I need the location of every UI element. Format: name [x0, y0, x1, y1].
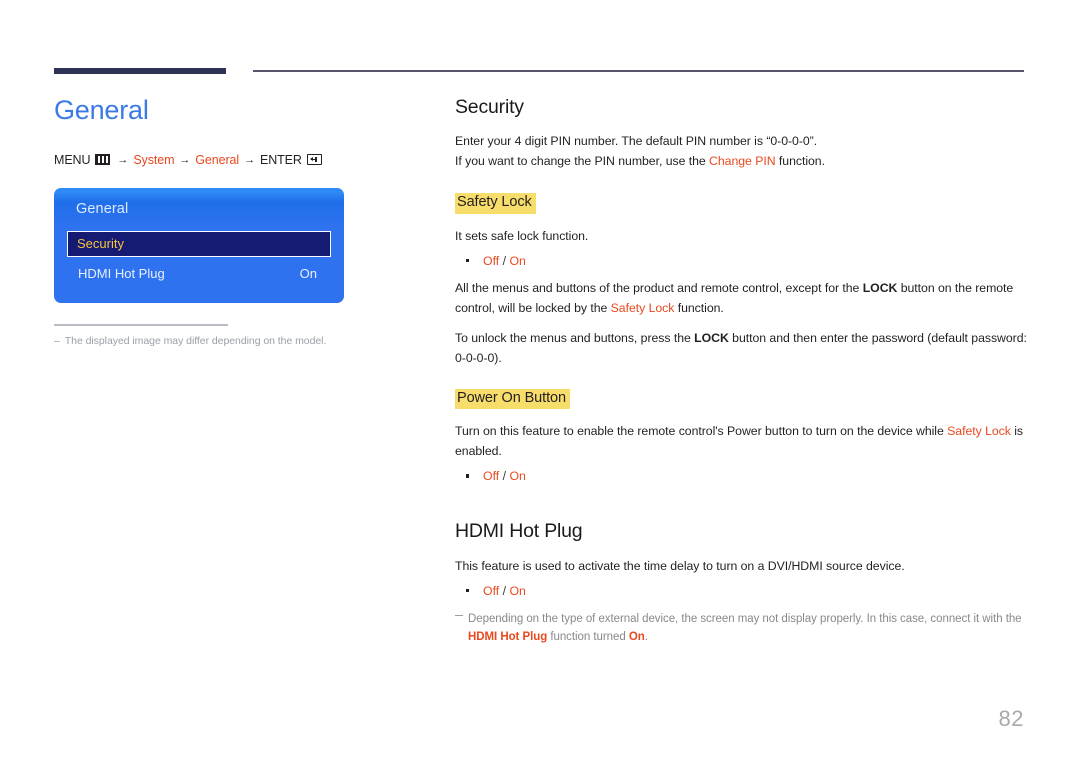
page-title: General — [54, 95, 149, 125]
security-line-1: Enter your 4 digit PIN number. The defau… — [455, 134, 818, 149]
option-on: On — [509, 583, 526, 598]
option-off: Off — [483, 469, 500, 484]
left-column: General MENU → System → General → ENTER … — [54, 95, 414, 347]
enter-key-icon — [306, 154, 322, 166]
breadcrumb-arrow-2: → — [179, 153, 191, 166]
link-safety-lock-2: Safety Lock — [947, 424, 1011, 439]
security-line-2: If you want to change the PIN number, us… — [455, 151, 1027, 171]
link-safety-lock-1: Safety Lock — [610, 300, 675, 315]
osd-row-label: HDMI Hot Plug — [78, 266, 165, 282]
safety-lock-paragraph-2: To unlock the menus and buttons, press t… — [455, 328, 1027, 368]
option-off: Off — [483, 253, 500, 268]
option-item[interactable]: Off / On — [466, 467, 1027, 485]
image-caption: – The displayed image may differ dependin… — [54, 335, 414, 347]
safety-lock-options: Off / On — [455, 252, 1027, 270]
menu-grid-icon — [95, 154, 111, 166]
option-separator: / — [499, 253, 510, 268]
safety-lock-intro: It sets safe lock function. — [455, 228, 589, 243]
section-heading-security: Security — [455, 96, 524, 118]
osd-row-hdmi-hot-plug[interactable]: HDMI Hot Plug On — [67, 261, 331, 287]
breadcrumb-arrow-3: → — [244, 153, 255, 166]
security-line-2-post: function. — [775, 154, 825, 169]
osd-row-label: Security — [77, 236, 124, 252]
option-on: On — [509, 253, 526, 268]
option-separator: / — [499, 583, 510, 598]
note-text-b: function turned — [547, 630, 629, 643]
osd-row-value: On — [299, 266, 317, 282]
header-rule-thin — [253, 70, 1024, 72]
note-text-a: Depending on the type of external device… — [468, 612, 1022, 625]
hdmi-hot-plug-intro: This feature is used to activate the tim… — [455, 558, 905, 573]
option-on: On — [509, 469, 526, 484]
caption-rule — [54, 323, 228, 326]
note-value-on: On — [628, 630, 645, 643]
safety-lock-paragraph-1: All the menus and buttons of the product… — [455, 278, 1027, 318]
osd-panel-title: General — [76, 200, 129, 217]
breadcrumb-menu-label: MENU — [54, 152, 91, 167]
key-lock-1: LOCK — [862, 280, 898, 295]
text-c: function. — [674, 300, 724, 315]
power-on-button-options: Off / On — [455, 467, 1027, 485]
caption-dash: – — [54, 334, 60, 347]
page-number: 82 — [998, 706, 1024, 731]
text-a: All the menus and buttons of the product… — [455, 280, 863, 295]
right-column: Security Enter your 4 digit PIN number. … — [455, 96, 1027, 646]
breadcrumb-arrow-1: → — [117, 153, 129, 166]
text-a: To unlock the menus and buttons, press t… — [455, 330, 695, 345]
header-rule-thick — [54, 68, 226, 74]
link-hdmi-hot-plug: HDMI Hot Plug — [468, 630, 548, 643]
breadcrumb-enter-label: ENTER — [259, 152, 302, 167]
subsection-heading-power-on-button: Power On Button — [455, 388, 570, 410]
power-on-button-paragraph: Turn on this feature to enable the remot… — [455, 421, 1027, 461]
breadcrumb: MENU → System → General → ENTER — [54, 153, 414, 167]
hdmi-hot-plug-options: Off / On — [455, 582, 1027, 600]
option-off: Off — [483, 583, 500, 598]
osd-menu-panel: General Security HDMI Hot Plug On — [54, 187, 344, 303]
option-separator: / — [499, 469, 510, 484]
option-item[interactable]: Off / On — [466, 582, 1027, 600]
note-text-c: . — [644, 630, 648, 643]
option-item[interactable]: Off / On — [466, 252, 1027, 270]
security-line-2-pre: If you want to change the PIN number, us… — [455, 154, 710, 169]
osd-row-security[interactable]: Security — [67, 230, 331, 257]
breadcrumb-item-system: System — [133, 152, 175, 167]
section-heading-hdmi-hot-plug: HDMI Hot Plug — [455, 520, 583, 543]
text-a: Turn on this feature to enable the remot… — [455, 424, 948, 439]
breadcrumb-item-general: General — [195, 152, 240, 167]
subsection-heading-safety-lock: Safety Lock — [455, 193, 536, 214]
link-change-pin: Change PIN — [709, 154, 776, 169]
caption-text: The displayed image may differ depending… — [64, 334, 327, 347]
hdmi-hot-plug-note: Depending on the type of external device… — [455, 610, 1027, 646]
key-lock-2: LOCK — [694, 330, 729, 345]
